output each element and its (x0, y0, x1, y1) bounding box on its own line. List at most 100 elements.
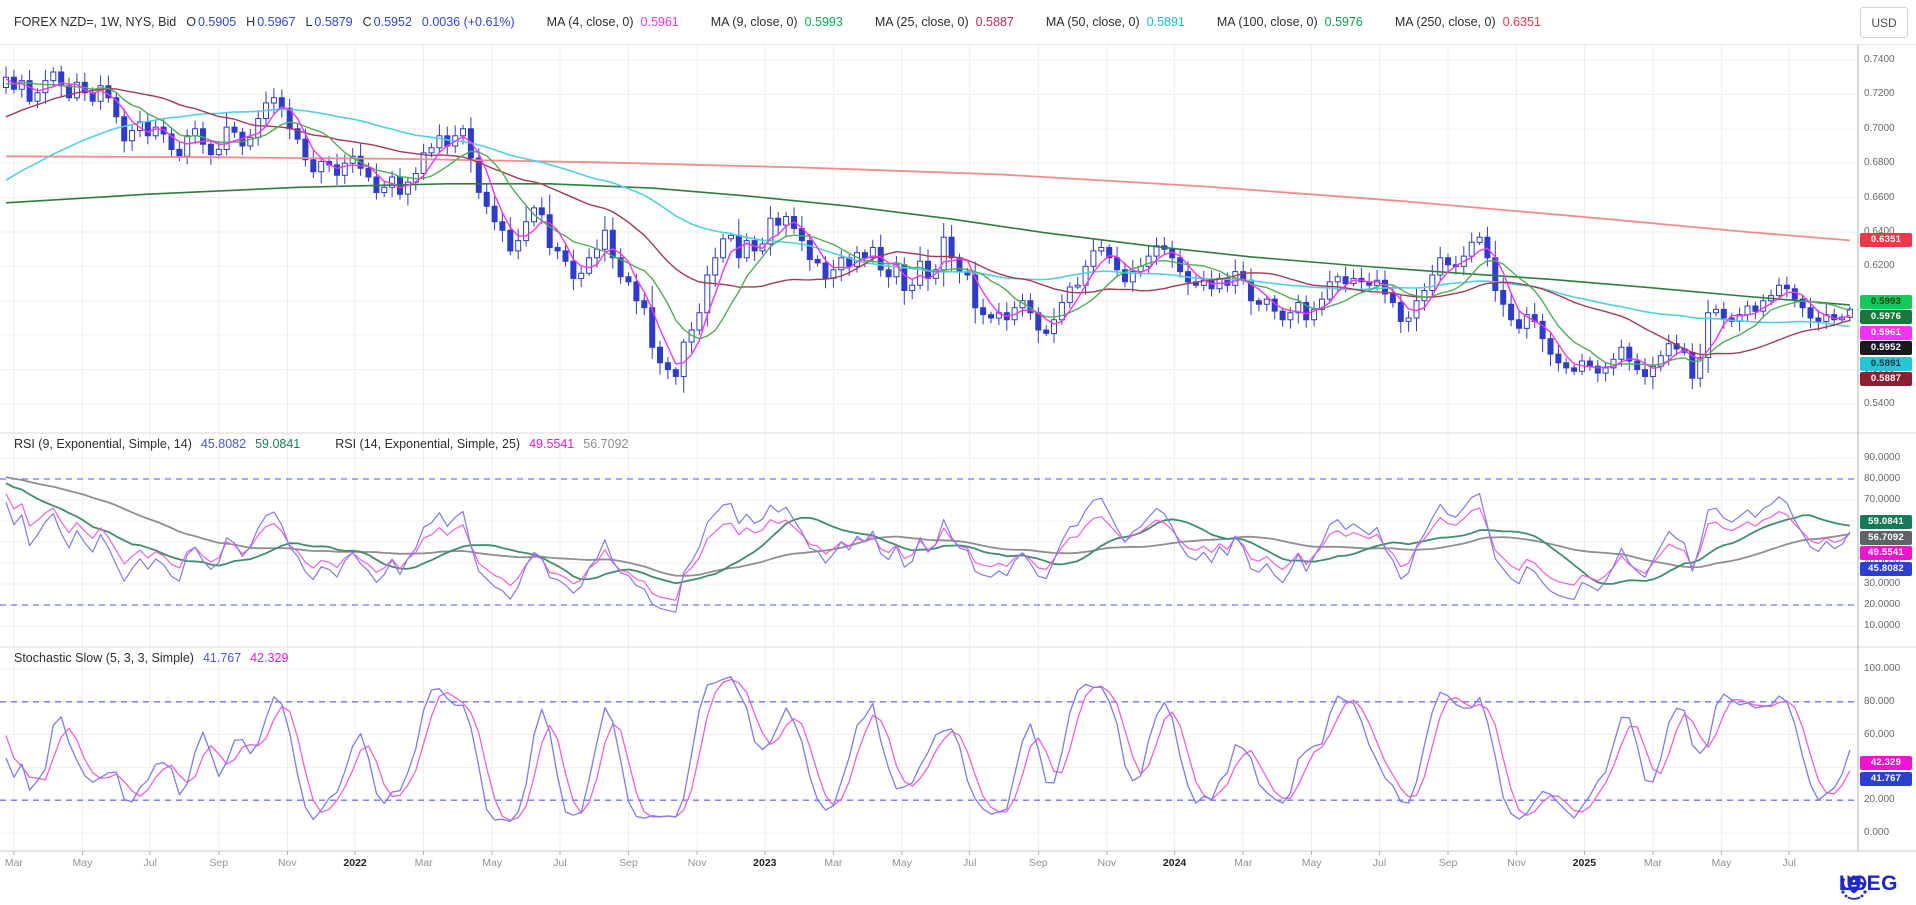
quote-field-value: 0.0036 (+0.61%) (422, 15, 515, 29)
ma-legend-value: 0.5993 (805, 15, 843, 29)
ma9-line (6, 82, 1850, 365)
ma-legend-item: MA (250, close, 0) 0.6351 (1395, 15, 1541, 29)
x-axis-month-label: Nov (1507, 857, 1526, 869)
quote-field-label: L (305, 15, 312, 29)
x-axis-month-label: Jul (143, 857, 156, 869)
stoch-legend-part: Stochastic Slow (5, 3, 3, Simple) (14, 651, 194, 665)
price-axis-label: 0.5400 (1864, 398, 1895, 409)
rsi-legend-part: 45.8082 (201, 437, 246, 451)
quote-field: H0.5967 (246, 15, 295, 29)
price-badge: 0.5891 (1860, 357, 1912, 371)
instrument-title: FOREX NZD=, 1W, NYS, Bid (14, 15, 176, 29)
quote-field-value: 0.5967 (257, 15, 295, 29)
ma-legend-item: MA (9, close, 0) 0.5993 (711, 15, 843, 29)
ma-legend-value: 0.6351 (1503, 15, 1541, 29)
candle-bodies-up (4, 72, 1853, 378)
x-axis-month-label: Sep (1029, 857, 1048, 869)
main-legend: FOREX NZD=, 1W, NYS, BidO0.5905H0.5967L0… (0, 15, 1541, 29)
rsi-legend-part: 49.5541 (529, 437, 574, 451)
rsi-value-badge: 59.0841 (1860, 515, 1912, 529)
stoch-axis-label: 80.000 (1864, 696, 1895, 707)
ma-legend-item: MA (50, close, 0) 0.5891 (1046, 15, 1185, 29)
stoch--d-line (6, 680, 1850, 821)
rsi-axis-label: 70.0000 (1864, 494, 1900, 505)
rsi-legend-part: 59.0841 (255, 437, 300, 451)
stoch-legend-part: 42.329 (250, 651, 288, 665)
x-axis-year-label: 2023 (753, 857, 776, 869)
rsi-axis-label: 20.0000 (1864, 599, 1900, 610)
ma-legend-label: MA (25, close, 0) (875, 15, 969, 29)
quote-field-value: 0.5879 (314, 15, 352, 29)
stoch-value-badge: 42.329 (1860, 756, 1912, 770)
price-badge: 0.6351 (1860, 233, 1912, 247)
ma-legend-label: MA (50, close, 0) (1046, 15, 1140, 29)
x-axis-month-label: Mar (5, 857, 23, 869)
x-axis-month-label: Nov (1097, 857, 1116, 869)
stoch-axis-label: 100.000 (1864, 663, 1900, 674)
ma-legend-item: MA (25, close, 0) 0.5887 (875, 15, 1014, 29)
ma-legend-label: MA (250, close, 0) (1395, 15, 1496, 29)
lseg-logo: LSEG (1839, 872, 1898, 896)
ma4-line (6, 79, 1850, 368)
x-axis-year-label: 2025 (1573, 857, 1596, 869)
stoch-axis-label: 0.000 (1864, 827, 1889, 838)
price-axis-label: 0.6800 (1864, 157, 1895, 168)
rsi-axis-label: 30.0000 (1864, 578, 1900, 589)
x-axis-month-label: Mar (415, 857, 433, 869)
candle-wicks (6, 66, 1850, 393)
x-axis-month-label: May (1302, 857, 1322, 869)
price-badge: 0.5887 (1860, 372, 1912, 386)
x-axis-month-label: May (482, 857, 502, 869)
price-badge: 0.5952 (1860, 341, 1912, 355)
x-axis-month-label: Sep (1439, 857, 1458, 869)
quote-field-value: 0.5905 (198, 15, 236, 29)
x-axis-month-label: May (73, 857, 93, 869)
ma-legend-item: MA (100, close, 0) 0.5976 (1217, 15, 1363, 29)
stoch-axis-label: 20.000 (1864, 794, 1895, 805)
ma50-line (6, 109, 1850, 326)
x-axis-month-label: Mar (824, 857, 842, 869)
rsi-legend-part: RSI (14, Exponential, Simple, 25) (335, 437, 520, 451)
price-axis-label: 0.6600 (1864, 192, 1895, 203)
currency-selector-button[interactable]: USD (1860, 7, 1908, 38)
price-axis-label: 0.7000 (1864, 123, 1895, 134)
price-axis-label: 0.7400 (1864, 54, 1895, 65)
rsi-legend-part: 56.7092 (583, 437, 628, 451)
ma-legend-value: 0.5891 (1147, 15, 1185, 29)
chart-canvas[interactable] (0, 0, 1916, 905)
quote-field: C0.5952 (363, 15, 412, 29)
x-axis-month-label: Jul (553, 857, 566, 869)
x-axis-month-label: Sep (209, 857, 228, 869)
rsi-legend-part: RSI (9, Exponential, Simple, 14) (14, 437, 192, 451)
quote-field-label: H (246, 15, 255, 29)
stoch-legend-part: 41.767 (203, 651, 241, 665)
ma-legend-label: MA (4, close, 0) (547, 15, 634, 29)
x-axis-month-label: May (892, 857, 912, 869)
quote-field: O0.5905 (186, 15, 236, 29)
candle-bodies-down (11, 72, 1836, 378)
ma-legend-value: 0.5887 (976, 15, 1014, 29)
stoch-value-badge: 41.767 (1860, 772, 1912, 786)
ma-legend-value: 0.5976 (1325, 15, 1363, 29)
quote-field-value: 0.5952 (374, 15, 412, 29)
x-axis-month-label: Nov (688, 857, 707, 869)
rsi-value-badge: 45.8082 (1860, 562, 1912, 576)
chart-header: FOREX NZD=, 1W, NYS, BidO0.5905H0.5967L0… (0, 0, 1916, 45)
ma-legend-label: MA (100, close, 0) (1217, 15, 1318, 29)
rsi-axis-label: 10.0000 (1864, 620, 1900, 631)
x-axis-month-label: Jul (1373, 857, 1386, 869)
threshold-lines (0, 479, 1858, 800)
x-axis-month-label: Jul (963, 857, 976, 869)
x-axis-month-label: Nov (278, 857, 297, 869)
quote-field-label: C (363, 15, 372, 29)
ma-legend-value: 0.5961 (641, 15, 679, 29)
price-axis-label: 0.6200 (1864, 260, 1895, 271)
x-axis-month-label: Jul (1783, 857, 1796, 869)
ma-legend-item: MA (4, close, 0) 0.5961 (547, 15, 679, 29)
price-axis-label: 0.7200 (1864, 88, 1895, 99)
rsi-axis-label: 80.0000 (1864, 473, 1900, 484)
quote-field-label: O (186, 15, 196, 29)
price-badge: 0.5976 (1860, 310, 1912, 324)
ma-legend-label: MA (9, close, 0) (711, 15, 798, 29)
rsi-value-badge: 56.7092 (1860, 531, 1912, 545)
